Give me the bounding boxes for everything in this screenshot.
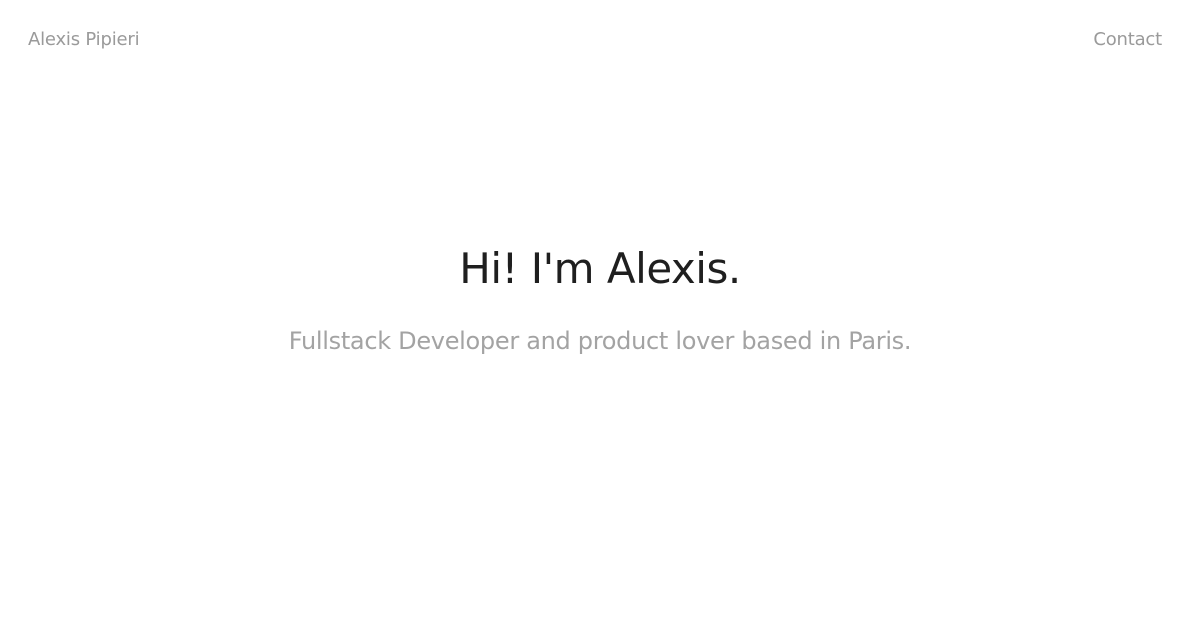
hero-title: Hi! I'm Alexis. [459, 244, 741, 293]
hero-section: Hi! I'm Alexis. Fullstack Developer and … [0, 238, 1200, 358]
brand-link[interactable]: Alexis Pipieri [28, 29, 140, 50]
hero-subtitle: Fullstack Developer and product lover ba… [288, 327, 912, 355]
site-header: Alexis Pipieri Contact [0, 0, 1200, 78]
contact-link[interactable]: Contact [1093, 29, 1162, 50]
